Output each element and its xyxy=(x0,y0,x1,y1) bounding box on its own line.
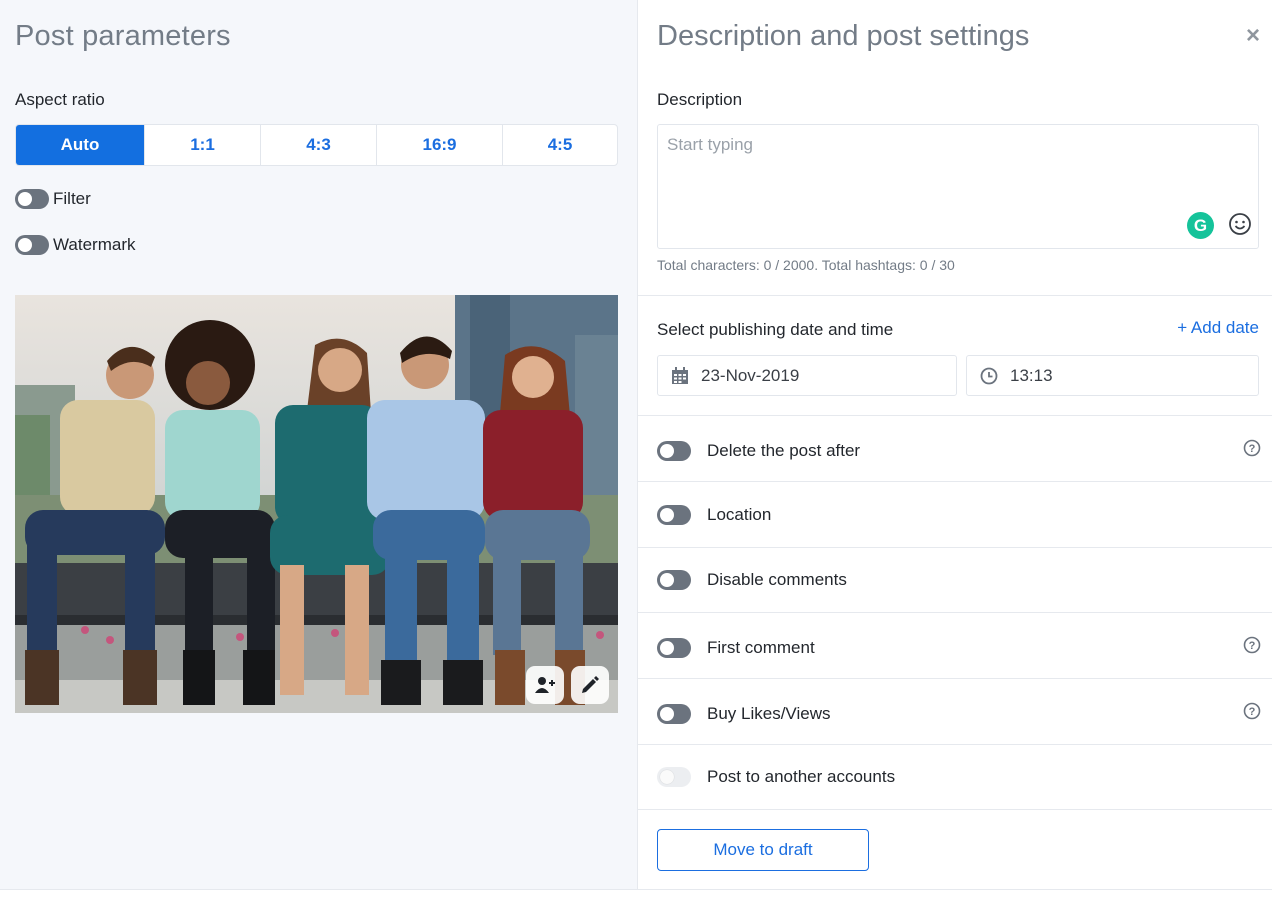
option-label: Disable comments xyxy=(707,570,847,589)
tag-user-button[interactable] xyxy=(526,666,564,704)
watermark-row: Watermark xyxy=(15,235,136,255)
date-field[interactable]: 23-Nov-2019 xyxy=(657,355,957,396)
disable-comments-toggle[interactable] xyxy=(657,570,691,590)
help-icon[interactable]: ? xyxy=(1243,636,1261,659)
option-label: Buy Likes/Views xyxy=(707,703,831,723)
description-settings-title: Description and post settings xyxy=(657,20,1030,52)
close-icon[interactable]: × xyxy=(1246,22,1260,50)
option-delete-post-after: Delete the post after ? xyxy=(657,439,1261,462)
svg-text:?: ? xyxy=(1249,443,1256,455)
divider xyxy=(638,744,1272,745)
option-label: Delete the post after xyxy=(707,440,861,460)
edit-photo-button[interactable] xyxy=(571,666,609,704)
svg-text:?: ? xyxy=(1249,706,1256,718)
description-input[interactable]: Start typing G xyxy=(657,124,1259,249)
description-settings-panel: Description and post settings × Descript… xyxy=(637,0,1272,889)
option-disable-comments: Disable comments xyxy=(657,570,1261,590)
date-value: 23-Nov-2019 xyxy=(701,365,800,385)
svg-text:?: ? xyxy=(1249,640,1256,652)
post-photo xyxy=(15,295,618,713)
filter-toggle[interactable] xyxy=(15,189,49,209)
tag-user-icon xyxy=(535,677,555,693)
divider xyxy=(638,481,1272,482)
move-to-draft-button[interactable]: Move to draft xyxy=(657,829,869,871)
filter-row: Filter xyxy=(15,189,91,209)
aspect-option-16-9[interactable]: 16:9 xyxy=(376,125,502,165)
post-parameters-title: Post parameters xyxy=(15,20,231,52)
aspect-ratio-label: Aspect ratio xyxy=(15,90,105,109)
post-parameters-panel: Post parameters Aspect ratio Auto 1:1 4:… xyxy=(0,0,637,889)
publish-date-label: Select publishing date and time xyxy=(657,320,894,339)
character-counter: Total characters: 0 / 2000. Total hashta… xyxy=(657,257,955,273)
option-label: First comment xyxy=(707,637,815,657)
divider xyxy=(638,547,1272,548)
description-placeholder: Start typing xyxy=(667,135,753,154)
aspect-option-1-1[interactable]: 1:1 xyxy=(144,125,260,165)
location-toggle[interactable] xyxy=(657,505,691,525)
option-location: Location xyxy=(657,505,1261,525)
bottom-divider xyxy=(0,889,1272,890)
time-value: 13:13 xyxy=(1010,365,1053,385)
aspect-option-4-3[interactable]: 4:3 xyxy=(260,125,376,165)
time-field[interactable]: 13:13 xyxy=(966,355,1259,396)
post-to-another-accounts-toggle[interactable] xyxy=(657,767,691,787)
watermark-toggle[interactable] xyxy=(15,235,49,255)
option-first-comment: First comment ? xyxy=(657,636,1261,659)
aspect-option-auto[interactable]: Auto xyxy=(16,125,144,165)
watermark-label: Watermark xyxy=(53,235,136,254)
calendar-icon xyxy=(672,366,688,384)
first-comment-toggle[interactable] xyxy=(657,637,691,658)
post-photo-image xyxy=(15,295,618,713)
filter-label: Filter xyxy=(53,189,91,208)
help-icon[interactable]: ? xyxy=(1243,439,1261,462)
divider xyxy=(638,415,1272,416)
clock-icon xyxy=(980,367,998,384)
description-label: Description xyxy=(657,90,743,109)
aspect-ratio-selector: Auto 1:1 4:3 16:9 4:5 xyxy=(15,124,618,166)
help-icon[interactable]: ? xyxy=(1243,702,1261,725)
divider xyxy=(638,678,1272,679)
option-post-to-another-accounts: Post to another accounts xyxy=(657,767,1261,787)
edit-pencil-icon xyxy=(582,676,599,693)
divider xyxy=(638,295,1272,296)
divider xyxy=(638,809,1272,810)
grammarly-icon[interactable]: G xyxy=(1187,212,1214,239)
add-date-link[interactable]: + Add date xyxy=(1177,318,1259,338)
buy-likes-toggle[interactable] xyxy=(657,703,691,724)
divider xyxy=(638,612,1272,613)
emoji-icon[interactable] xyxy=(1228,212,1252,241)
option-label: Location xyxy=(707,505,772,524)
delete-post-toggle[interactable] xyxy=(657,440,691,461)
option-label: Post to another accounts xyxy=(707,767,896,786)
aspect-option-4-5[interactable]: 4:5 xyxy=(502,125,617,165)
option-buy-likes-views: Buy Likes/Views ? xyxy=(657,702,1261,725)
